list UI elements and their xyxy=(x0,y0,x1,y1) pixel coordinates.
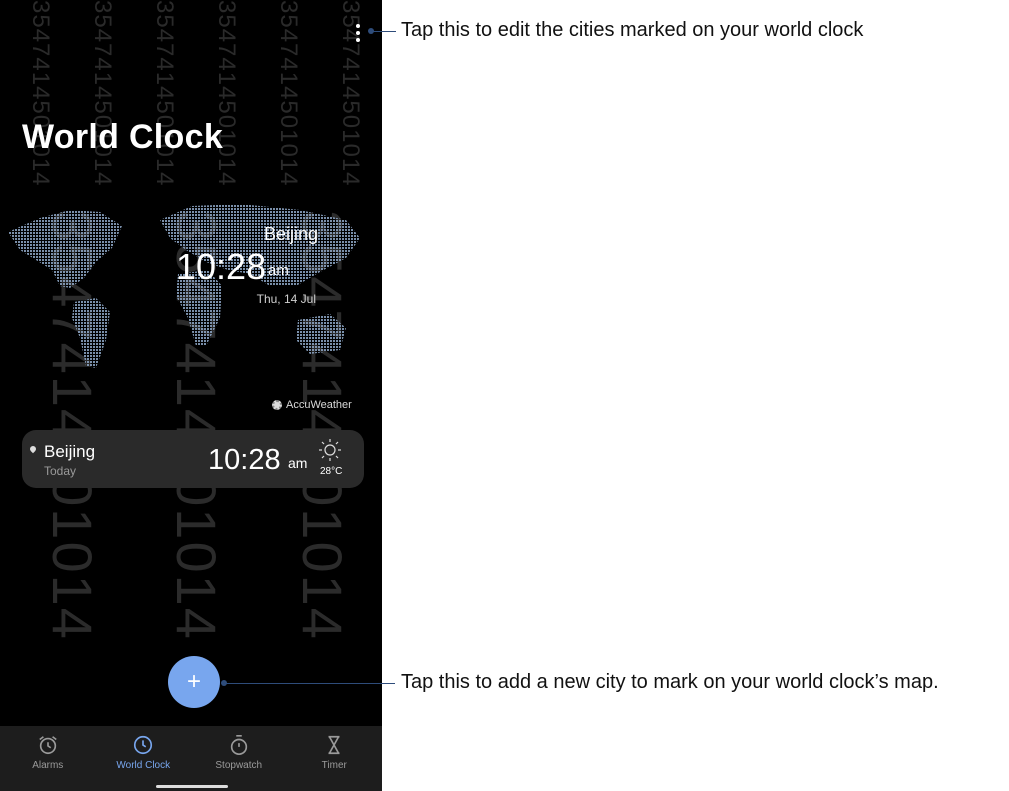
city-day: Today xyxy=(44,464,77,478)
alarm-icon xyxy=(39,736,57,755)
map-date: Thu, 14 Jul xyxy=(256,292,316,306)
plus-icon: + xyxy=(186,668,201,695)
nav-label: World Clock xyxy=(116,760,171,771)
map-time-ampm: am xyxy=(268,262,289,279)
weather-provider: AccuWeather xyxy=(272,399,352,411)
menu-callout: Tap this to edit the cities marked on yo… xyxy=(401,19,864,41)
city-time-ampm: am xyxy=(288,455,308,471)
city-card[interactable]: Beijing Today 10:28 am 28°C xyxy=(22,430,364,488)
nav-timer[interactable]: Timer xyxy=(287,726,383,791)
hourglass-icon xyxy=(328,735,340,755)
clock-icon xyxy=(134,735,153,755)
add-callout: Tap this to add a new city to mark on yo… xyxy=(401,671,939,693)
map-city-label: Beijing xyxy=(263,224,318,244)
map-time: 10:28 xyxy=(176,246,267,287)
stopwatch-icon xyxy=(230,735,247,755)
callout-line xyxy=(225,683,395,684)
home-indicator xyxy=(156,785,228,788)
more-dot xyxy=(356,38,360,42)
weather-provider-label: AccuWeather xyxy=(286,399,352,411)
add-city-button[interactable]: + xyxy=(168,656,220,708)
location-pin-icon xyxy=(28,444,38,454)
more-dot xyxy=(356,31,360,35)
nav-label: Alarms xyxy=(32,760,64,771)
sun-icon xyxy=(319,439,341,461)
more-options-button[interactable] xyxy=(348,20,368,46)
phone-screen: 3547414501014 3547414501014 354741450101… xyxy=(0,0,382,791)
nav-world-clock[interactable]: World Clock xyxy=(96,726,192,791)
bottom-navigation: Alarms World Clock Stopwatch Timer xyxy=(0,726,382,791)
page-title: World Clock xyxy=(22,118,224,156)
nav-stopwatch[interactable]: Stopwatch xyxy=(191,726,287,791)
nav-label: Timer xyxy=(321,760,347,771)
nav-alarms[interactable]: Alarms xyxy=(0,726,96,791)
city-time: 10:28 xyxy=(208,444,281,476)
more-dot xyxy=(356,24,360,28)
nav-label: Stopwatch xyxy=(215,760,263,771)
callout-line xyxy=(372,31,396,32)
city-name: Beijing xyxy=(44,442,96,461)
accuweather-logo-icon xyxy=(272,400,282,410)
city-temperature: 28°C xyxy=(320,466,343,477)
